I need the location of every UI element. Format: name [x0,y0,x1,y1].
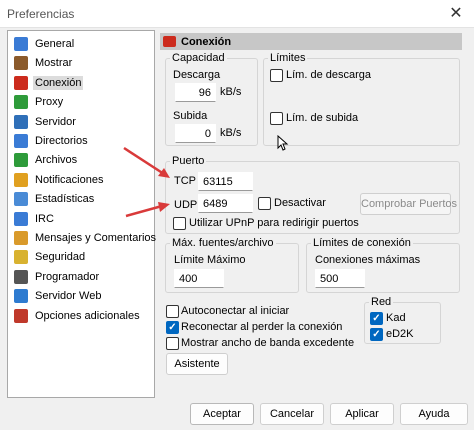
download-unit: kB/s [220,86,242,98]
upload-unit: kB/s [220,127,242,139]
sidebar-item-3[interactable]: Proxy [12,93,152,111]
sidebar-item-label: Programador [35,270,100,283]
upload-label: Subida [173,110,208,122]
capacity-legend: Capacidad [170,52,227,64]
mouse-cursor-icon [277,135,289,151]
download-limit-label: Lím. de descarga [286,69,371,81]
upload-limit-checkbox[interactable] [270,112,283,125]
advanced-options-icon [14,308,28,323]
webserver-icon [14,289,28,304]
sidebar-item-2[interactable]: Conexión [12,74,152,92]
sidebar-item-label: Seguridad [35,251,86,264]
check-ports-button[interactable]: Comprobar Puertos [360,193,457,215]
connection-limits-group: Límites de conexión Conexiones máximas 5… [306,237,460,293]
network-group: Red ✓ Kad ✓ eD2K [364,296,441,344]
accept-button[interactable]: Aceptar [190,403,254,425]
statistics-icon [14,192,28,207]
sidebar-item-label: Mostrar [35,57,73,70]
sidebar-item-label: Mensajes y Comentarios [35,232,157,244]
ed2k-label: eD2K [386,328,414,340]
display-icon [14,56,28,71]
files-icon [14,153,28,168]
autoconnect-checkbox[interactable] [166,305,179,318]
sidebar-item-label: IRC [35,212,54,225]
capacity-group: Capacidad Descarga 96 kB/s Subida 0 kB/s [165,52,258,146]
notifications-icon [14,172,28,187]
sidebar-item-14[interactable]: Opciones adicionales [12,307,152,325]
upload-limit-label: Lím. de subida [286,112,359,124]
server-icon [14,114,28,129]
scheduler-icon [14,269,28,284]
upload-capacity-field[interactable]: 0 [175,124,216,143]
sidebar-item-1[interactable]: Mostrar [12,54,152,72]
arrow-to-udp-icon [125,202,170,218]
help-button[interactable]: Ayuda [400,403,468,425]
sidebar-item-label: General [35,38,75,50]
udp-port-field[interactable]: 6489 [198,194,253,213]
max-sources-legend: Máx. fuentes/archivo [170,237,276,249]
max-limit-label: Límite Máximo [174,254,246,266]
sidebar-item-13[interactable]: Servidor Web [12,287,152,305]
limits-legend: Límites [268,52,308,64]
upnp-label: Utilizar UPnP para redirigir puertos [189,217,359,229]
cancel-button[interactable]: Cancelar [260,403,324,425]
panel-header: Conexión [160,33,462,50]
show-overhead-label: Mostrar ancho de banda excedente [181,337,355,349]
max-sources-group: Máx. fuentes/archivo Límite Máximo 400 [165,237,299,293]
sidebar-item-label: Servidor [35,115,76,128]
tcp-port-field[interactable]: 63115 [198,172,253,191]
max-connections-label: Conexiones máximas [315,254,421,266]
sidebar-item-label: Directorios [35,135,88,147]
autoconnect-label: Autoconectar al iniciar [181,305,290,317]
max-connections-field[interactable]: 500 [315,269,365,288]
sidebar-item-label: Archivos [35,154,78,167]
connection-icon [163,36,176,47]
max-sources-field[interactable]: 400 [174,269,224,288]
show-overhead-checkbox[interactable] [166,337,179,350]
wizard-button[interactable]: Asistente [166,353,228,375]
sidebar-item-label: Proxy [35,96,64,109]
apply-button[interactable]: Aplicar [330,403,394,425]
panel-title: Conexión [181,35,232,48]
security-icon [14,250,28,265]
connection-icon [14,75,28,90]
sidebar-item-label: Opciones adicionales [35,309,140,322]
reconnect-label: Reconectar al perder la conexión [181,321,343,333]
sidebar-item-label: Estadísticas [35,193,95,206]
sidebar-item-11[interactable]: Seguridad [12,248,152,266]
sidebar-item-4[interactable]: Servidor [12,113,152,131]
reconnect-checkbox[interactable]: ✓ [166,321,179,334]
network-legend: Red [369,296,394,308]
sidebar-item-label: Servidor Web [35,290,102,303]
window-title: Preferencias [7,7,75,21]
arrow-to-tcp-icon [123,146,170,178]
ed2k-checkbox[interactable]: ✓ [370,328,383,341]
download-limit-checkbox[interactable] [270,69,283,82]
download-capacity-field[interactable]: 96 [175,83,216,102]
sidebar-item-12[interactable]: Programador [12,268,152,286]
close-icon[interactable]: ✕ [438,0,474,28]
limits-group: Límites Lím. de descarga Lím. de subida [263,52,460,151]
kad-checkbox[interactable]: ✓ [370,312,383,325]
port-group: Puerto TCP 63115 UDP 6489 Desactivar Com… [165,155,460,234]
connection-limits-legend: Límites de conexión [311,237,413,249]
messages-icon [14,231,28,245]
folder-icon [14,134,28,148]
irc-icon [14,211,28,226]
annotation-arrows [123,146,170,218]
title-bar: Preferencias ✕ [0,0,474,28]
kad-label: Kad [386,312,406,324]
disable-udp-label: Desactivar [274,197,326,209]
sidebar-item-0[interactable]: General [12,35,152,53]
sidebar-item-label: Notificaciones [35,173,104,186]
proxy-icon [14,95,28,110]
general-icon [14,37,28,51]
sidebar-item-label: Conexión [33,75,84,90]
disable-udp-checkbox[interactable] [258,197,271,210]
sidebar-item-10[interactable]: Mensajes y Comentarios [12,229,156,247]
download-label: Descarga [173,69,221,81]
